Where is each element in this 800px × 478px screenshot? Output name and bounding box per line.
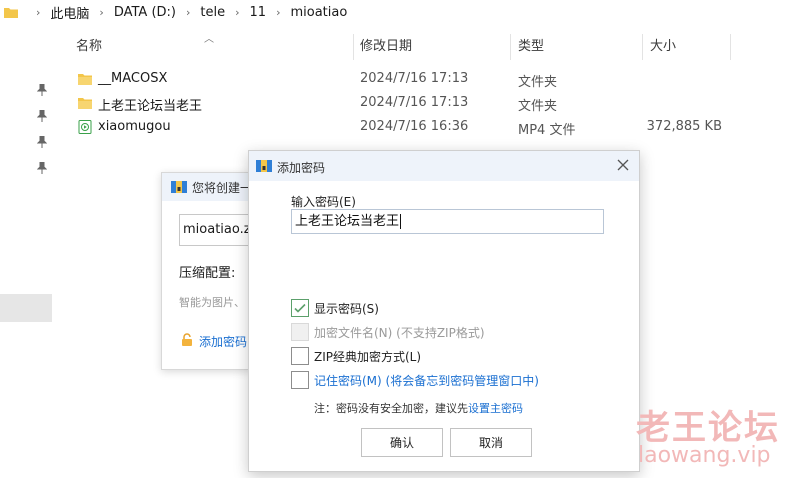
breadcrumb-sep: › [276,5,281,19]
dialog-title-bar[interactable]: 添加密码 [249,151,639,181]
close-icon[interactable] [616,158,630,172]
create-archive-dialog: 您将创建一 mioatiao.zi 压缩配置: 智能为图片、 添加密码 [161,172,259,370]
breadcrumb: › 此电脑 › DATA (D:) › tele › 11 › mioatiao [26,3,347,22]
zip-classic-encryption-option[interactable]: ZIP经典加密方式(L) [291,347,421,365]
file-type: 文件夹 [518,99,558,114]
column-headers: ︿ 名称 修改日期 类型 大小 [70,32,800,62]
breadcrumb-sep: › [235,5,240,19]
zip-classic-encryption-checkbox[interactable] [291,347,309,365]
watermark-logo-text: 老王论坛 [636,408,780,448]
pin-icon[interactable] [37,110,47,122]
column-header-name[interactable]: 名称 [76,32,102,62]
show-password-checkbox[interactable] [291,299,309,317]
file-size: 372,885 KB [646,119,722,134]
breadcrumb-sep: › [36,5,41,19]
column-divider[interactable] [510,34,511,60]
watermark-url: laowang.vip [638,443,771,468]
file-type: 文件夹 [518,75,558,90]
show-password-label: 显示密码(S) [314,301,379,316]
archive-app-icon [256,160,272,172]
file-row[interactable]: xiaomugou 2024/7/16 16:36 MP4 文件 372,885… [70,116,800,140]
address-bar[interactable]: › 此电脑 › DATA (D:) › tele › 11 › mioatiao [0,0,800,24]
dialog-title: 添加密码 [277,161,326,175]
ok-button[interactable]: 确认 [361,428,443,457]
breadcrumb-item-11[interactable]: 11 [250,5,267,20]
file-date: 2024/7/16 16:36 [360,119,469,134]
file-name: __MACOSX [98,71,168,86]
remember-password-option[interactable]: 记住密码(M) (将会备忘到密码管理窗口中) [291,371,539,389]
dialog-title-bar: 您将创建一 [162,173,253,201]
password-input-label: 输入密码(E) [291,195,356,209]
column-header-date[interactable]: 修改日期 [360,32,412,62]
file-date: 2024/7/16 17:13 [360,71,469,86]
file-row[interactable]: __MACOSX 2024/7/16 17:13 文件夹 [70,68,800,92]
show-password-option[interactable]: 显示密码(S) [291,299,379,317]
password-value: 上老王论坛当老王 [295,214,400,229]
checkmark-icon [294,303,306,313]
column-header-size[interactable]: 大小 [650,32,676,62]
file-name: xiaomugou [98,119,171,134]
zip-classic-encryption-label: ZIP经典加密方式(L) [314,349,422,364]
nav-pane-selection [0,294,52,322]
video-file-icon [78,120,92,134]
column-divider[interactable] [642,34,643,60]
security-note-text: 注：密码没有安全加密，建议先 [314,402,468,415]
column-header-type[interactable]: 类型 [518,32,544,62]
password-input[interactable]: 上老王论坛当老王 [291,209,604,234]
add-password-link[interactable]: 添加密码 [199,333,247,350]
pin-icon[interactable] [37,162,47,174]
breadcrumb-item-data-drive[interactable]: DATA (D:) [114,5,176,20]
compress-hint: 智能为图片、 [179,296,245,309]
folder-icon [4,7,18,18]
breadcrumb-item-mioatiao[interactable]: mioatiao [290,5,347,20]
compress-config-label: 压缩配置: [179,266,236,281]
remember-password-label[interactable]: 记住密码(M) (将会备忘到密码管理窗口中) [314,372,539,389]
breadcrumb-item-this-pc[interactable]: 此电脑 [50,3,89,22]
remember-password-checkbox[interactable] [291,371,309,389]
file-type: MP4 文件 [518,123,576,138]
cancel-button[interactable]: 取消 [450,428,532,457]
breadcrumb-item-tele[interactable]: tele [200,5,225,20]
archive-app-icon [171,181,187,193]
breadcrumb-sep: › [99,5,104,19]
text-caret [400,214,402,229]
folder-icon [78,98,92,109]
set-master-password-link[interactable]: 设置主密码 [468,402,523,415]
folder-icon [78,74,92,85]
archive-filename-input[interactable]: mioatiao.zi [179,214,259,246]
encrypt-filenames-checkbox [291,323,309,341]
encrypt-filenames-label: 加密文件名(N) (不支持ZIP格式) [314,325,485,340]
column-divider[interactable] [730,34,731,60]
file-date: 2024/7/16 17:13 [360,95,469,110]
encrypt-filenames-option: 加密文件名(N) (不支持ZIP格式) [291,323,485,341]
file-name: 上老王论坛当老王 [98,99,203,114]
dialog-title: 您将创建一 [192,181,253,195]
pin-icon[interactable] [37,84,47,96]
sort-up-icon: ︿ [204,34,214,45]
column-divider[interactable] [353,34,354,60]
pin-icon[interactable] [37,136,47,148]
security-note: 注：密码没有安全加密，建议先设置主密码 [314,400,523,416]
add-password-dialog: 添加密码 输入密码(E) 上老王论坛当老王 显示密码(S) 加密文件名(N) (… [248,150,640,472]
breadcrumb-sep: › [185,5,191,19]
file-row[interactable]: 上老王论坛当老王 2024/7/16 17:13 文件夹 [70,92,800,116]
lock-icon [182,333,192,346]
